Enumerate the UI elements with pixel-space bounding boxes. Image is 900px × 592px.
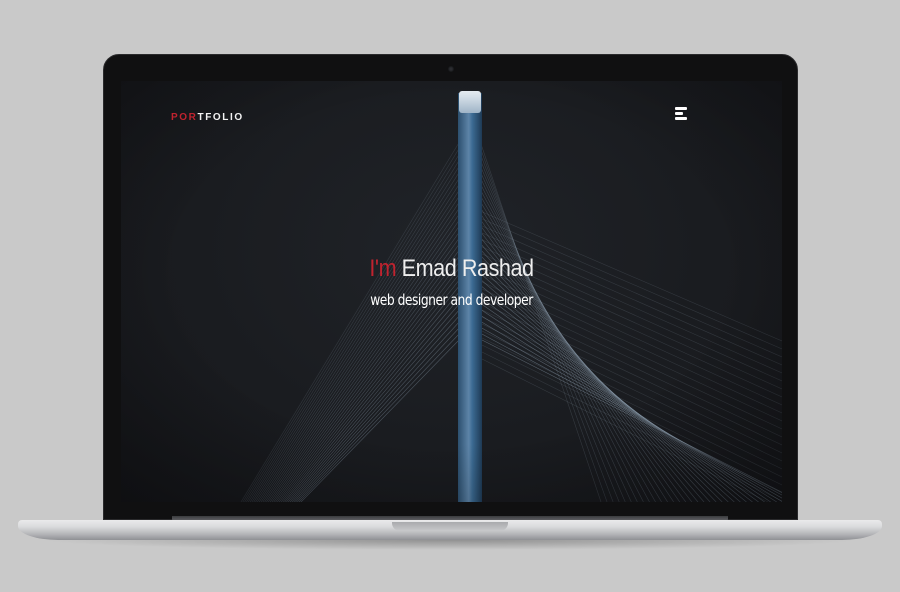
hero-title: I'm Emad Rashad bbox=[154, 254, 749, 284]
logo-text: TFOLIO bbox=[197, 112, 244, 123]
logo-accent-text: POR bbox=[171, 112, 198, 123]
hero-section: I'm Emad Rashad web designer and develop… bbox=[121, 254, 782, 309]
laptop-shadow bbox=[40, 540, 860, 550]
hero-subtitle: web designer and developer bbox=[370, 291, 533, 309]
webcam-icon bbox=[448, 66, 454, 72]
laptop-opening-notch bbox=[392, 522, 508, 531]
hero-title-prefix: I'm bbox=[369, 255, 397, 282]
laptop-screen: PORTFOLIO I'm Emad Rashad web designer a… bbox=[121, 81, 782, 502]
hero-title-name: Emad Rashad bbox=[396, 255, 534, 282]
site-logo[interactable]: PORTFOLIO bbox=[171, 112, 244, 123]
hamburger-menu-icon[interactable] bbox=[675, 107, 687, 121]
